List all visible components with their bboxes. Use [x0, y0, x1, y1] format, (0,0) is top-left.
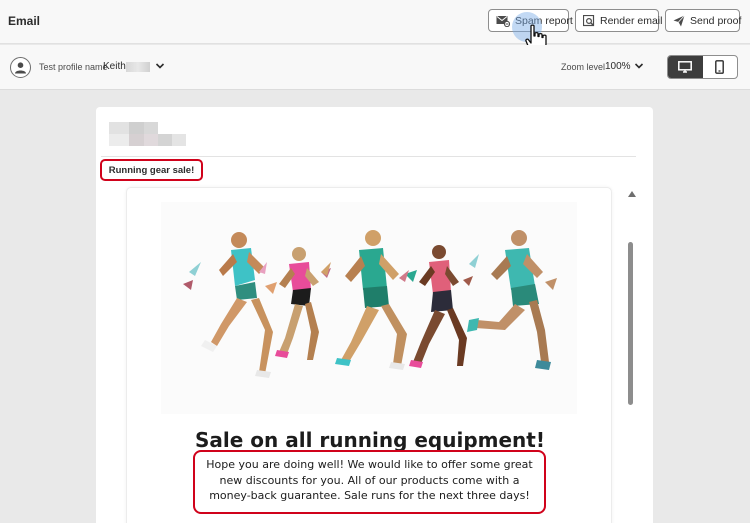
desktop-view-button[interactable] [668, 56, 703, 78]
header-divider [101, 156, 636, 157]
scroll-up-arrow-icon[interactable] [628, 191, 636, 197]
send-plane-icon [673, 14, 685, 26]
render-preview-icon [583, 14, 595, 26]
top-bar: Email Spam report Render email Send proo… [0, 0, 750, 53]
preview-scrollbar-thumb[interactable] [628, 242, 633, 405]
email-body-text: Hope you are doing well! We would like t… [193, 450, 546, 514]
user-icon [15, 62, 26, 74]
chevron-down-icon[interactable] [634, 62, 644, 70]
chevron-down-icon[interactable] [155, 62, 165, 70]
runners-hero-image [161, 202, 577, 414]
runner-figure [467, 230, 557, 370]
email-body-preview: Sale on all running equipment! Hope you … [126, 187, 612, 523]
profile-avatar[interactable] [10, 57, 31, 78]
desktop-icon [678, 61, 693, 73]
render-email-button[interactable]: Render email [575, 9, 663, 32]
send-proof-label: Send proof [690, 14, 742, 27]
preview-toolbar: Test profile name Keith Zoom level 100% [0, 45, 750, 90]
email-subject: Running gear sale! [100, 159, 203, 181]
redacted-surname [126, 62, 150, 72]
device-view-toggle [667, 55, 738, 79]
send-proof-button[interactable]: Send proof [665, 9, 742, 32]
test-profile-value[interactable]: Keith [103, 61, 126, 72]
zoom-level-value[interactable]: 100% [605, 61, 631, 72]
email-preview-card: Running gear sale! Sale on all running e… [96, 107, 653, 523]
runner-figure [399, 245, 473, 368]
runner-figure [183, 232, 277, 378]
email-headline: Sale on all running equipment! [195, 428, 545, 452]
spam-envelope-icon [496, 15, 510, 27]
render-email-label: Render email [600, 14, 663, 27]
redacted-sender [109, 122, 195, 146]
mobile-view-button[interactable] [703, 56, 738, 78]
test-profile-label: Test profile name [39, 62, 108, 72]
zoom-level-label: Zoom level [561, 62, 606, 72]
mobile-icon [715, 60, 725, 74]
runner-figure [321, 230, 417, 370]
page-title: Email [8, 14, 41, 28]
